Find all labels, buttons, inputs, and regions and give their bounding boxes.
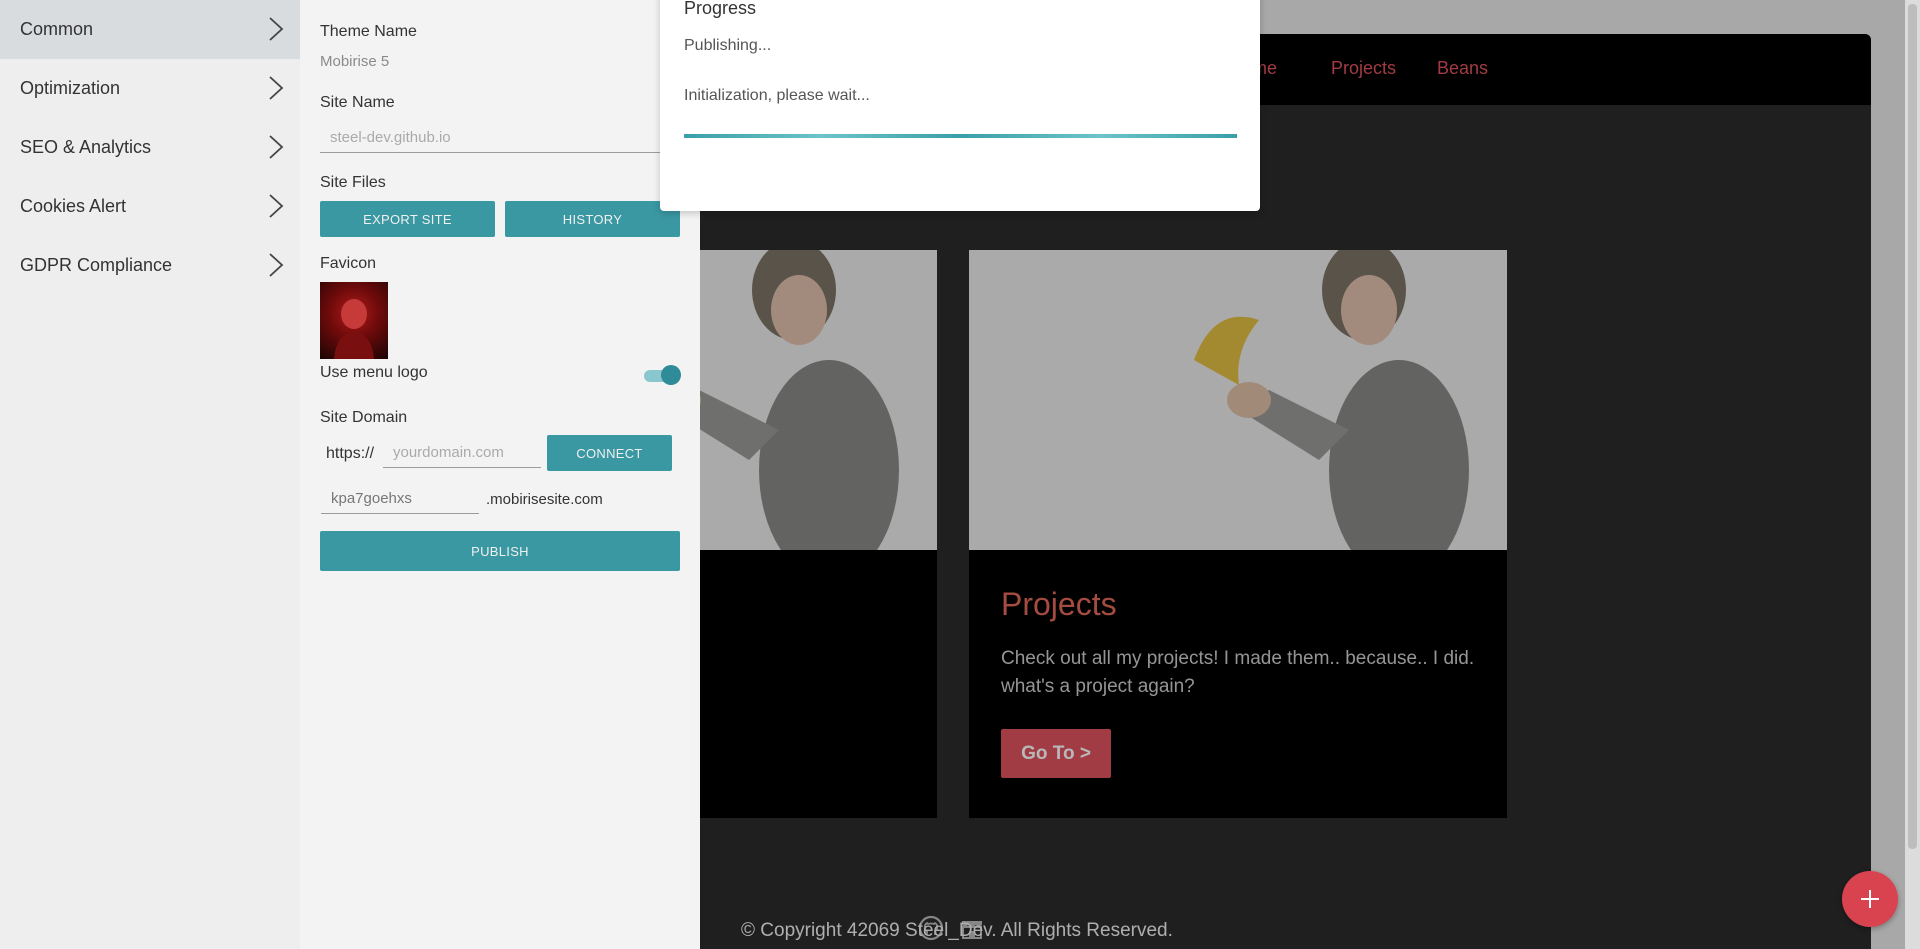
chevron-right-icon	[269, 17, 284, 41]
sidebar-item-label: Cookies Alert	[20, 196, 127, 216]
subdomain-input[interactable]	[321, 484, 479, 514]
progress-bar	[684, 134, 1237, 138]
dialog-title: Progress	[684, 0, 757, 18]
sidebar-item-label: Common	[20, 19, 94, 39]
site-name-input[interactable]	[320, 123, 700, 153]
site-domain-label: Site Domain	[320, 409, 408, 426]
chevron-right-icon	[269, 194, 284, 218]
common-settings-panel: Theme Name Mobirise 5 Site Name Site Fil…	[300, 0, 700, 949]
connect-button[interactable]: CONNECT	[547, 435, 672, 471]
site-files-label: Site Files	[320, 174, 386, 191]
use-menu-logo-toggle[interactable]	[644, 365, 681, 385]
scrollbar-thumb[interactable]	[1908, 4, 1917, 849]
page-scrollbar[interactable]	[1905, 0, 1920, 949]
theme-name-label: Theme Name	[320, 23, 417, 40]
site-name-label: Site Name	[320, 94, 395, 111]
subdomain-suffix: .mobirisesite.com	[486, 491, 603, 508]
domain-input[interactable]	[383, 438, 541, 468]
chevron-right-icon	[269, 135, 284, 159]
progress-dialog: Progress Publishing... Initialization, p…	[660, 0, 1260, 211]
sidebar-item-optimization[interactable]: Optimization	[0, 59, 300, 118]
sidebar-item-seo-analytics[interactable]: SEO & Analytics	[0, 118, 300, 177]
add-block-button[interactable]	[1842, 871, 1898, 927]
domain-prefix: https://	[326, 445, 375, 462]
sidebar-item-label: SEO & Analytics	[20, 137, 152, 157]
history-button[interactable]: HISTORY	[505, 201, 680, 237]
export-site-button[interactable]: EXPORT SITE	[320, 201, 495, 237]
plus-icon	[1861, 890, 1879, 908]
chevron-right-icon	[269, 253, 284, 277]
chevron-right-icon	[269, 76, 284, 100]
theme-name-value: Mobirise 5	[320, 53, 390, 70]
favicon-image[interactable]	[320, 282, 388, 359]
progress-message: Initialization, please wait...	[684, 87, 870, 104]
settings-sidebar: Common Optimization SEO & Analytics Cook…	[0, 0, 300, 949]
progress-status: Publishing...	[684, 37, 772, 54]
sidebar-item-common[interactable]: Common	[0, 0, 300, 59]
favicon-label: Favicon	[320, 255, 377, 272]
sidebar-item-gdpr-compliance[interactable]: GDPR Compliance	[0, 236, 300, 295]
publish-button[interactable]: PUBLISH	[320, 531, 680, 571]
toggle-thumb	[661, 365, 681, 385]
sidebar-item-label: GDPR Compliance	[20, 255, 173, 275]
progress-bar-fill	[684, 134, 1237, 138]
sidebar-item-label: Optimization	[20, 78, 121, 98]
favicon-avatar	[334, 299, 374, 359]
use-menu-logo-label: Use menu logo	[320, 364, 428, 381]
sidebar-item-cookies-alert[interactable]: Cookies Alert	[0, 177, 300, 236]
